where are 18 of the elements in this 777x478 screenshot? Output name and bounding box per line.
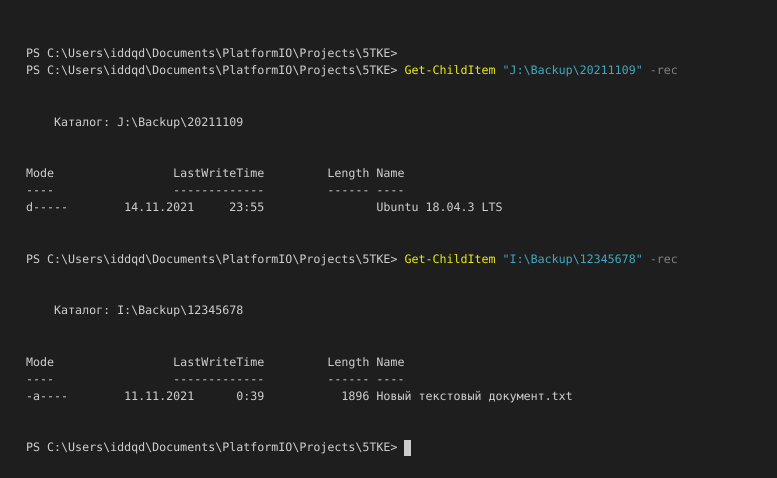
parameter-text: -rec bbox=[650, 250, 678, 268]
prompt-text: PS C:\Users\iddqd\Documents\PlatformIO\Projects\5TKE> bbox=[26, 62, 398, 80]
output-line: d----- 14.11.2021 23:55 Ubuntu 18.04.3 LTS bbox=[26, 199, 503, 216]
output-line: Каталог: I:\Backup\12345678 bbox=[53, 302, 244, 320]
prompt-text: PS C:\Users\iddqd\Documents\PlatformIO\Projects\5TKE> bbox=[26, 250, 398, 268]
output-line: -a---- 11.11.2021 0:39 1896 Новый текстовый документ.txt bbox=[26, 388, 573, 405]
command-text: Get-ChildItem bbox=[404, 250, 496, 268]
argument-text: "J:\Backup\20211109" bbox=[502, 62, 643, 80]
prompt-text: PS C:\Users\iddqd\Documents\PlatformIO\Projects\5TKE> bbox=[26, 45, 398, 62]
output-line: Каталог: J:\Backup\20211109 bbox=[53, 114, 244, 131]
prompt-text: PS C:\Users\iddqd\Documents\PlatformIO\Projects\5TKE> bbox=[26, 439, 398, 456]
output-line: ---- ------------- ------ ---- bbox=[26, 370, 404, 388]
output-line: Mode LastWriteTime Length Name bbox=[26, 164, 404, 182]
command-text: Get-ChildItem bbox=[404, 62, 496, 80]
output-line: Mode LastWriteTime Length Name bbox=[26, 354, 404, 371]
argument-text: "I:\Backup\12345678" bbox=[502, 250, 643, 268]
output-line: ---- ------------- ------ ---- bbox=[26, 182, 404, 200]
parameter-text: -rec bbox=[650, 62, 678, 80]
